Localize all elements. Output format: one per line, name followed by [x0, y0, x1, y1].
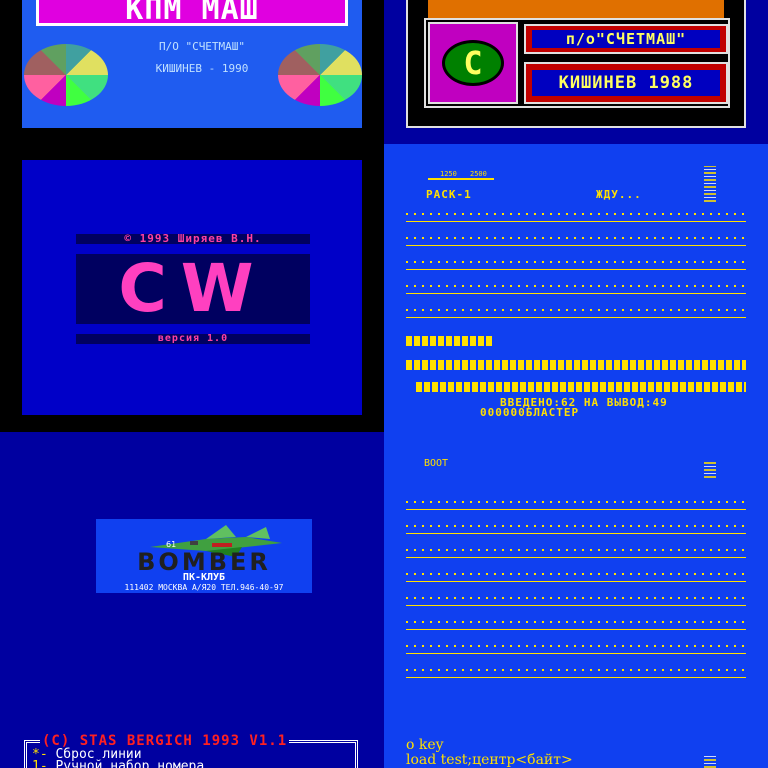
stas-title: (C) STAS BERGICH 1993 V1.1 — [40, 733, 290, 749]
cw-screen: © 1993 Ширяев В.Н. CW версия 1.0 — [22, 160, 362, 415]
menu-key: 1- — [32, 759, 48, 768]
bomber-title: BOMBER — [137, 548, 271, 576]
track-line — [406, 677, 746, 678]
track-line — [406, 629, 746, 630]
schetmash-frame: C п/о"СЧЕТМАШ" КИШИНЕВ 1988 — [406, 0, 746, 128]
schetmash-logo-letter: C — [442, 40, 504, 86]
track-dots — [406, 285, 746, 287]
track-dots — [406, 261, 746, 263]
stas-menu-item-dial[interactable]: 1- Ручной набор номера — [32, 759, 205, 768]
rack-progress-bar-full-2 — [416, 382, 746, 392]
track-line — [406, 557, 746, 558]
track-dots — [406, 573, 746, 575]
track-line — [406, 269, 746, 270]
screenshot-boot: BOOT — [384, 432, 768, 720]
color-wheel-left — [24, 44, 108, 106]
bomber-club: ПК-КЛУБ — [182, 572, 226, 583]
cw-copyright: © 1993 Ширяев В.Н. — [76, 233, 310, 244]
screenshot-schetmash: C п/о"СЧЕТМАШ" КИШИНЕВ 1988 — [384, 0, 768, 144]
schetmash-top-bar — [428, 0, 724, 18]
track-line — [406, 581, 746, 582]
schetmash-org: п/о"СЧЕТМАШ" — [532, 30, 720, 48]
track-dots — [406, 645, 746, 647]
load-line-key: o key — [406, 737, 444, 753]
boot-track-lines — [406, 432, 746, 720]
screenshot-kpm-mash: КПМ МАШ П/О "СЧЕТМАШ" КИШИНЕВ - 1990 — [0, 0, 384, 144]
menu-label: Ручной набор номера — [47, 759, 205, 768]
track-line — [406, 293, 746, 294]
cw-logo: CW — [118, 250, 268, 327]
schetmash-city-year: КИШИНЕВ 1988 — [532, 70, 720, 96]
track-dots — [406, 501, 746, 503]
track-dots — [406, 597, 746, 599]
track-line — [406, 653, 746, 654]
rack-progress-bar-full — [406, 360, 746, 370]
track-line — [406, 221, 746, 222]
schetmash-city-box: КИШИНЕВ 1988 — [524, 62, 728, 104]
cw-version: версия 1.0 — [76, 334, 310, 344]
track-dots — [406, 669, 746, 671]
track-line — [406, 533, 746, 534]
track-line — [406, 509, 746, 510]
schetmash-logo: C — [428, 22, 518, 104]
screenshot-stas-bergich: (C) STAS BERGICH 1993 V1.1 *- Сброс лини… — [0, 720, 384, 768]
color-wheel-right — [278, 44, 362, 106]
track-dots — [406, 237, 746, 239]
kpm-mash-screen: КПМ МАШ П/О "СЧЕТМАШ" КИШИНЕВ - 1990 — [22, 0, 362, 128]
track-dots — [406, 309, 746, 311]
cw-logo-box: CW — [76, 254, 310, 324]
load-noise — [704, 754, 716, 768]
screenshot-load-test: o key load test;центр<байт> — [384, 720, 768, 768]
screenshot-bomber: 61 BOMBER ПК-КЛУБ 111402 МОСКВА А/Я20 ТЕ… — [0, 432, 384, 720]
bomber-address: 111402 МОСКВА А/Я20 ТЕЛ.946-40-97 — [124, 583, 284, 592]
track-dots — [406, 525, 746, 527]
kpm-mash-banner: КПМ МАШ — [36, 0, 348, 26]
track-line — [406, 317, 746, 318]
track-dots — [406, 549, 746, 551]
rack-progress-bar-partial — [406, 336, 492, 346]
schetmash-inner: C п/о"СЧЕТМАШ" КИШИНЕВ 1988 — [424, 18, 730, 108]
kpm-mash-org: П/О "СЧЕТМАШ" — [158, 40, 246, 53]
track-line — [406, 605, 746, 606]
kpm-mash-city: КИШИНЕВ - 1990 — [155, 62, 249, 75]
load-line-command: load test;центр<байт> — [406, 752, 573, 768]
rack-blaster: 000000БЛАСТЕР — [480, 406, 580, 419]
screenshot-cw: © 1993 Ширяев В.Н. CW версия 1.0 — [0, 144, 384, 432]
screenshot-rack: 1250 2500 РАСК-1 ЖДУ... ВВЕДЕНО:62 НА ВЫ… — [384, 144, 768, 432]
track-line — [406, 245, 746, 246]
schetmash-org-box: п/о"СЧЕТМАШ" — [524, 24, 728, 54]
track-dots — [406, 621, 746, 623]
bomber-card: 61 BOMBER ПК-КЛУБ 111402 МОСКВА А/Я20 ТЕ… — [96, 519, 312, 593]
track-dots — [406, 213, 746, 215]
